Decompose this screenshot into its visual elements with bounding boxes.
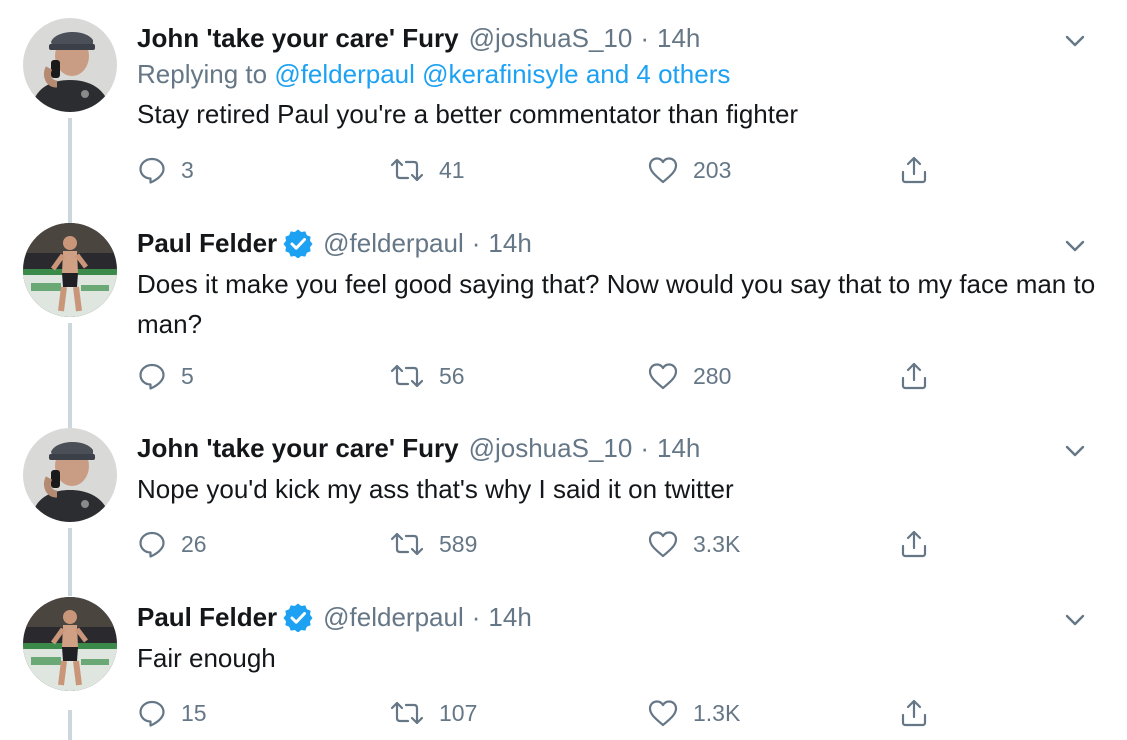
share-button[interactable] — [899, 524, 943, 564]
tweet-header: John 'take your care' Fury @joshuaS_10 ·… — [137, 428, 700, 468]
share-icon — [901, 699, 927, 727]
user-handle[interactable]: @felderpaul — [323, 228, 464, 259]
share-icon — [901, 156, 927, 184]
user-handle[interactable]: @joshuaS_10 — [469, 433, 633, 464]
like-button[interactable]: 1.3K — [647, 693, 740, 733]
tweet-actions: 5 56 280 — [137, 356, 957, 396]
retweet-icon — [390, 701, 424, 725]
display-name[interactable]: Paul Felder — [137, 602, 277, 633]
separator-dot: · — [471, 227, 481, 258]
retweet-icon — [390, 532, 424, 556]
chevron-down-icon[interactable] — [1060, 231, 1090, 261]
retweet-button[interactable]: 589 — [389, 524, 477, 564]
like-count: 1.3K — [693, 699, 741, 726]
avatar[interactable] — [23, 597, 117, 691]
timestamp[interactable]: 14h — [657, 433, 700, 464]
heart-icon — [648, 363, 678, 390]
like-count: 203 — [693, 156, 732, 183]
share-icon — [901, 530, 927, 558]
chevron-down-icon[interactable] — [1060, 26, 1090, 56]
display-name[interactable]: Paul Felder — [137, 228, 277, 259]
share-button[interactable] — [899, 150, 943, 190]
thread-connector — [68, 323, 72, 428]
separator-dot: · — [640, 22, 649, 53]
retweet-count: 56 — [439, 362, 465, 389]
share-button[interactable] — [899, 356, 943, 396]
tweet[interactable]: John 'take your care' Fury @joshuaS_10 ·… — [0, 428, 1127, 596]
tweet-actions: 26 589 3.3K — [137, 524, 957, 564]
avatar[interactable] — [23, 428, 117, 522]
separator-dot: · — [640, 432, 649, 463]
timestamp[interactable]: 14h — [657, 23, 700, 54]
like-button[interactable]: 203 — [647, 150, 731, 190]
tweet[interactable]: Paul Felder @felderpaul · 14h Does it ma… — [0, 223, 1127, 428]
man-on-phone-avatar-image — [23, 428, 117, 522]
man-on-phone-avatar-image — [23, 18, 117, 112]
heart-icon — [648, 531, 678, 558]
thread-connector — [68, 118, 72, 223]
tweet[interactable]: John 'take your care' Fury @joshuaS_10 ·… — [0, 18, 1127, 223]
reply-button[interactable]: 5 — [137, 356, 194, 396]
reply-count: 26 — [181, 530, 207, 557]
reply-count: 3 — [181, 156, 194, 183]
retweet-count: 589 — [439, 530, 478, 557]
replying-to-label: Replying to — [137, 59, 268, 89]
retweet-icon — [390, 158, 424, 182]
share-button[interactable] — [899, 693, 943, 733]
heart-icon — [648, 700, 678, 727]
reply-count: 5 — [181, 362, 194, 389]
fighter-in-octagon-avatar-image — [23, 597, 117, 691]
heart-icon — [648, 157, 678, 184]
display-name[interactable]: John 'take your care' Fury — [137, 433, 459, 464]
conversation-thread: John 'take your care' Fury @joshuaS_10 ·… — [0, 0, 1127, 740]
tweet-text: Fair enough — [137, 643, 276, 673]
retweet-button[interactable]: 41 — [389, 150, 465, 190]
like-count: 3.3K — [693, 530, 741, 557]
retweet-count: 41 — [439, 156, 465, 183]
reply-others[interactable]: and 4 others — [586, 59, 731, 89]
tweet[interactable]: Paul Felder @felderpaul · 14h Fair enoug… — [0, 597, 1127, 740]
user-handle[interactable]: @joshuaS_10 — [469, 23, 633, 54]
retweet-button[interactable]: 107 — [389, 693, 477, 733]
like-button[interactable]: 280 — [647, 356, 731, 396]
avatar[interactable] — [23, 223, 117, 317]
avatar[interactable] — [23, 18, 117, 112]
thread-connector — [68, 710, 72, 740]
reply-button[interactable]: 15 — [137, 693, 207, 733]
tweet-actions: 15 107 1.3K — [137, 693, 957, 733]
reply-icon — [139, 700, 165, 727]
chevron-down-icon[interactable] — [1060, 436, 1090, 466]
verified-badge-icon — [283, 229, 313, 258]
separator-dot: · — [471, 601, 481, 632]
tweet-header: Paul Felder @felderpaul · 14h — [137, 223, 532, 263]
retweet-count: 107 — [439, 699, 478, 726]
reply-icon — [139, 157, 165, 184]
retweet-icon — [390, 364, 424, 388]
tweet-text: Does it make you feel good saying that? … — [137, 269, 1096, 339]
timestamp[interactable]: 14h — [488, 228, 531, 259]
chevron-down-icon[interactable] — [1060, 605, 1090, 635]
user-handle[interactable]: @felderpaul — [323, 602, 464, 633]
tweet-header: Paul Felder @felderpaul · 14h — [137, 597, 532, 637]
thread-connector — [68, 528, 72, 596]
verified-badge-icon — [283, 603, 313, 632]
timestamp[interactable]: 14h — [488, 602, 531, 633]
reply-icon — [139, 363, 165, 390]
retweet-button[interactable]: 56 — [389, 356, 465, 396]
reply-count: 15 — [181, 699, 207, 726]
reply-button[interactable]: 3 — [137, 150, 194, 190]
replying-to: Replying to @felderpaul @kerafinisyle an… — [137, 59, 730, 90]
reply-button[interactable]: 26 — [137, 524, 207, 564]
tweet-text: Stay retired Paul you're a better commen… — [137, 99, 799, 129]
reply-icon — [139, 531, 165, 558]
share-icon — [901, 362, 927, 390]
fighter-in-octagon-avatar-image — [23, 223, 117, 317]
tweet-header: John 'take your care' Fury @joshuaS_10 ·… — [137, 18, 700, 58]
display-name[interactable]: John 'take your care' Fury — [137, 23, 459, 54]
reply-mentions[interactable]: @felderpaul @kerafinisyle — [274, 59, 578, 89]
like-count: 280 — [693, 362, 732, 389]
tweet-text: Nope you'd kick my ass that's why I said… — [137, 474, 734, 504]
like-button[interactable]: 3.3K — [647, 524, 740, 564]
tweet-actions: 3 41 203 — [137, 150, 957, 190]
